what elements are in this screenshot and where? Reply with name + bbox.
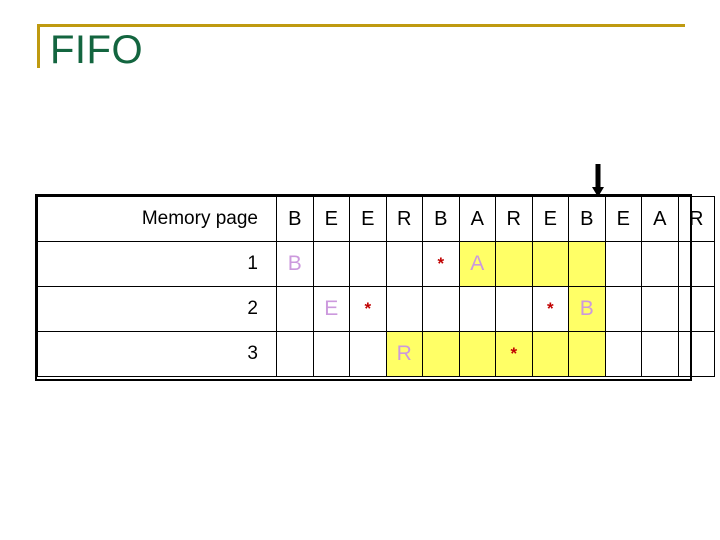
memory-cell-r3-c0: [276, 331, 314, 377]
memory-cell-r2-c5: [458, 286, 496, 332]
page-letter: A: [470, 252, 485, 275]
slide-canvas: FIFO Memory page BEERBAREBEAR 1 B * A 2 E * * B 3…: [0, 0, 720, 540]
reference-string-cell-0: B: [276, 196, 314, 242]
table-header-row: Memory page BEERBAREBEAR: [37, 196, 715, 242]
memory-cell-r1-c6: [495, 241, 533, 287]
memory-cell-r3-c4: [422, 331, 460, 377]
reference-string-cell-7: E: [531, 196, 569, 242]
memory-cell-r3-c8: [568, 331, 606, 377]
memory-cell-r2-c11: [677, 286, 715, 332]
page-fault-star: *: [510, 344, 518, 364]
memory-cell-r2-c9: [604, 286, 642, 332]
memory-cell-r1-c5: A: [458, 241, 496, 287]
memory-cell-r2-c4: [422, 286, 460, 332]
page-letter: R: [396, 342, 412, 365]
table-row: 2 E * * B: [37, 286, 715, 332]
memory-cell-r1-c3: [385, 241, 423, 287]
memory-cell-r1-c11: [677, 241, 715, 287]
memory-cell-r2-c2: *: [349, 286, 387, 332]
reference-string-cell-1: E: [312, 196, 350, 242]
memory-cell-r3-c5: [458, 331, 496, 377]
table-row: 3 R *: [37, 331, 715, 377]
memory-cell-r1-c8: [568, 241, 606, 287]
reference-string-cell-10: A: [641, 196, 679, 242]
memory-cell-r3-c11: [677, 331, 715, 377]
memory-cell-r3-c1: [312, 331, 350, 377]
memory-cell-r2-c7: *: [531, 286, 569, 332]
reference-string-cell-3: R: [385, 196, 423, 242]
memory-cell-r3-c3: R: [385, 331, 423, 377]
memory-cell-r2-c0: [276, 286, 314, 332]
frame-label-1: 1: [37, 241, 277, 287]
memory-cell-r1-c2: [349, 241, 387, 287]
memory-cell-r3-c6: *: [495, 331, 533, 377]
title-rule-left: [37, 24, 40, 68]
memory-cell-r3-c2: [349, 331, 387, 377]
reference-string-cell-9: E: [604, 196, 642, 242]
page-letter: B: [579, 297, 594, 320]
page-fault-star: *: [546, 299, 554, 319]
page-fault-star: *: [437, 254, 445, 274]
memory-page-table: Memory page BEERBAREBEAR 1 B * A 2 E * * B 3 R *: [37, 196, 715, 377]
page-title: FIFO: [50, 28, 144, 72]
reference-string-cell-4: B: [422, 196, 460, 242]
frame-label-3: 3: [37, 331, 277, 377]
page-letter: B: [287, 252, 302, 275]
memory-cell-r1-c7: [531, 241, 569, 287]
reference-string-cell-2: E: [349, 196, 387, 242]
frame-label-2: 2: [37, 286, 277, 332]
memory-cell-r1-c0: B: [276, 241, 314, 287]
memory-cell-r2-c1: E: [312, 286, 350, 332]
memory-cell-r2-c8: B: [568, 286, 606, 332]
memory-cell-r2-c3: [385, 286, 423, 332]
memory-cell-r1-c10: [641, 241, 679, 287]
row-header-label: Memory page: [37, 196, 277, 242]
memory-cell-r3-c10: [641, 331, 679, 377]
reference-string-cell-6: R: [495, 196, 533, 242]
memory-cell-r3-c7: [531, 331, 569, 377]
reference-string-cell-8: B: [568, 196, 606, 242]
memory-cell-r3-c9: [604, 331, 642, 377]
memory-cell-r2-c10: [641, 286, 679, 332]
page-fault-star: *: [364, 299, 372, 319]
memory-cell-r1-c1: [312, 241, 350, 287]
memory-cell-r1-c9: [604, 241, 642, 287]
reference-string-cell-5: A: [458, 196, 496, 242]
page-letter: E: [324, 297, 339, 320]
memory-cell-r1-c4: *: [422, 241, 460, 287]
reference-string-cell-11: R: [677, 196, 715, 242]
down-arrow-icon: [592, 164, 604, 197]
memory-cell-r2-c6: [495, 286, 533, 332]
table-row: 1 B * A: [37, 241, 715, 287]
